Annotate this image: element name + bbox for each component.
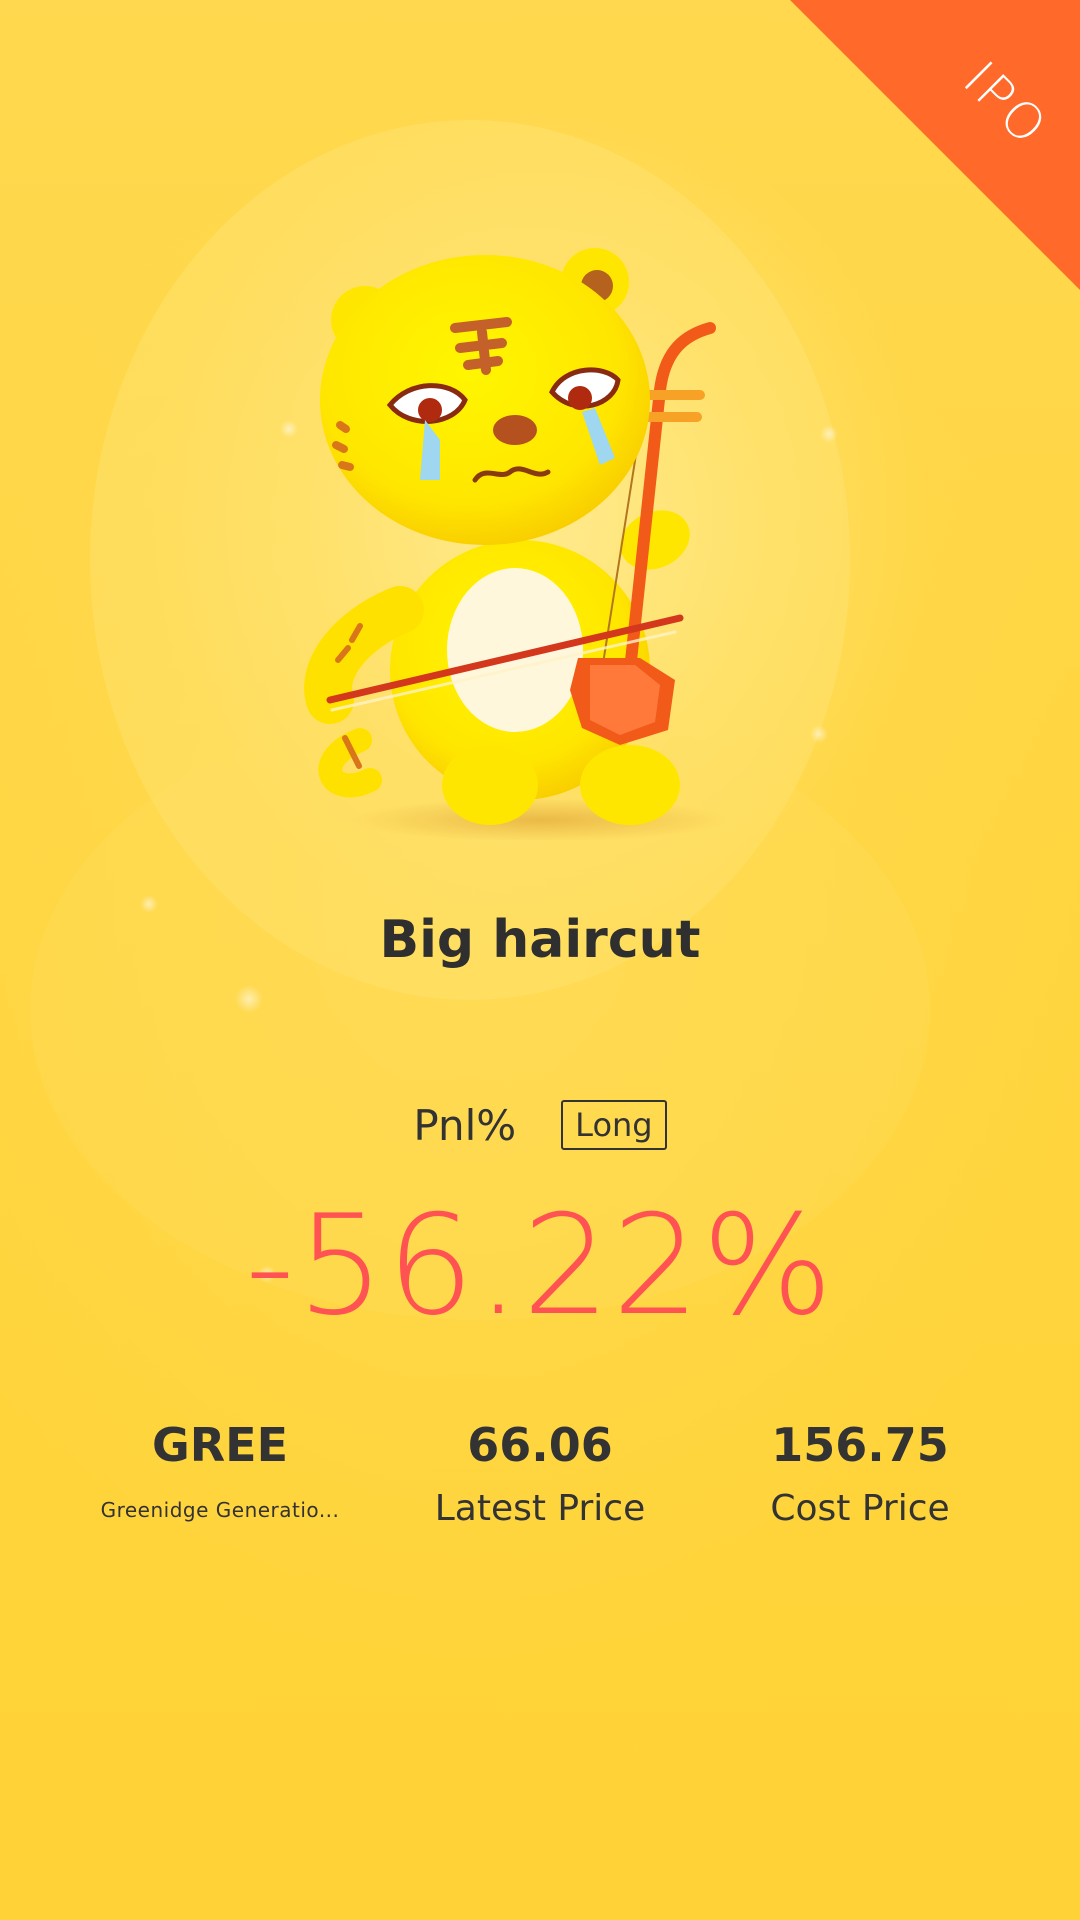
result-headline: Big haircut bbox=[379, 910, 701, 970]
latest-price-label: Latest Price bbox=[434, 1488, 646, 1529]
stock-symbol: GREE bbox=[151, 1418, 289, 1472]
latest-price-value: 66.06 bbox=[467, 1418, 613, 1472]
pnl-row: Pnl% Long bbox=[0, 1100, 1080, 1151]
crying-tiger-mascot bbox=[304, 248, 730, 840]
cost-price-label: Cost Price bbox=[770, 1488, 950, 1529]
ribbon-background bbox=[790, 0, 1080, 290]
position-direction-badge: Long bbox=[561, 1100, 667, 1151]
cost-price-stat: 156.75 Cost Price bbox=[710, 1410, 1010, 1529]
latest-price-stat: 66.06 Latest Price bbox=[390, 1410, 690, 1529]
tiger-left-foot bbox=[442, 745, 538, 825]
sparkle bbox=[820, 425, 838, 443]
tiger-nose bbox=[493, 415, 537, 445]
ipo-ribbon: IPO bbox=[790, 0, 1080, 290]
stock-name: Greenidge Generatio... bbox=[100, 1498, 340, 1522]
sparkle bbox=[235, 985, 263, 1013]
stock-info: GREE Greenidge Generatio... bbox=[70, 1410, 370, 1529]
tiger-right-arm bbox=[620, 510, 690, 570]
pnl-percentage: -56.22% bbox=[245, 1185, 835, 1346]
erhu-peg bbox=[640, 412, 702, 422]
tiger-belly bbox=[447, 568, 583, 732]
stats-row: GREE Greenidge Generatio... 66.06 Latest… bbox=[70, 1410, 1010, 1529]
tiger-right-foot bbox=[580, 745, 680, 825]
sparkle bbox=[810, 725, 828, 743]
cost-price-value: 156.75 bbox=[771, 1418, 949, 1472]
pnl-label: Pnl% bbox=[413, 1100, 517, 1150]
